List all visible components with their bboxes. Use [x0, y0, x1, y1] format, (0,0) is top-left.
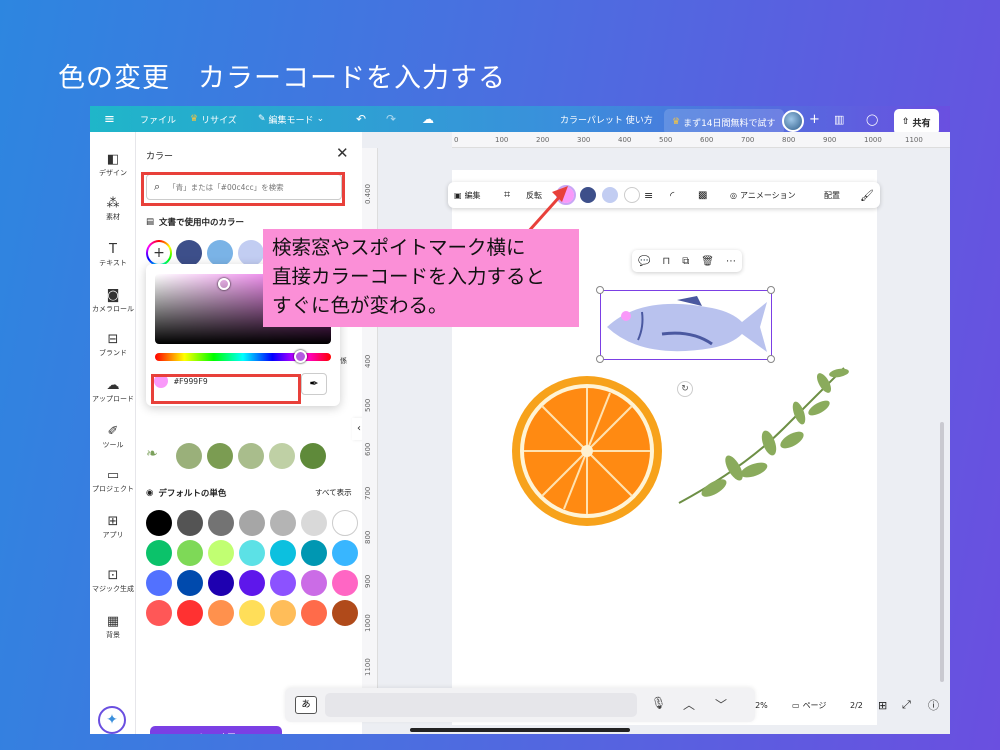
annotation-arrow: [526, 186, 568, 234]
callout-line-1: 検索窓やスポイトマーク横に: [272, 236, 526, 259]
callout-line-3: すぐに色が変わる。: [272, 294, 448, 317]
annotation-callout: 検索窓やスポイトマーク横に 直接カラーコードを入力すると すぐに色が変わる。: [263, 229, 579, 327]
callout-line-2: 直接カラーコードを入力すると: [272, 265, 546, 288]
